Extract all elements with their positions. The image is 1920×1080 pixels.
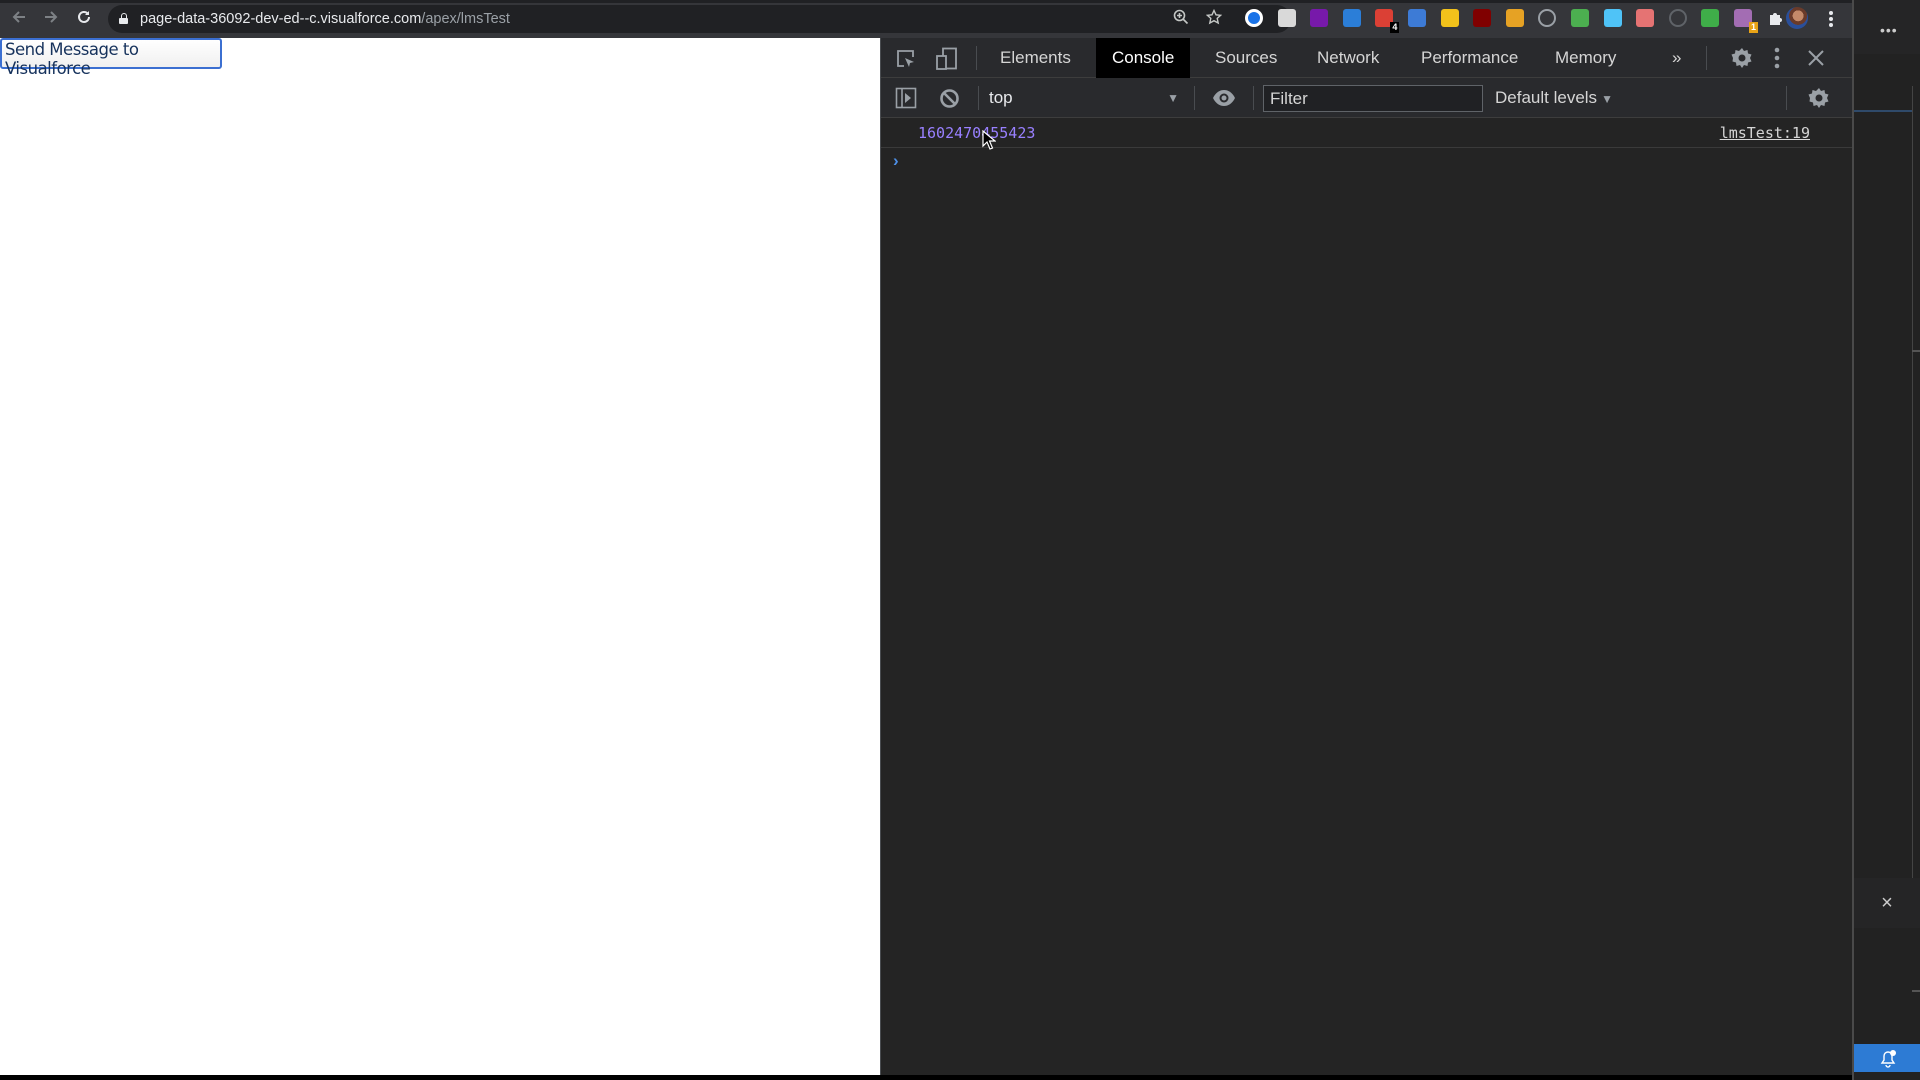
tab-sources[interactable]: Sources	[1199, 38, 1293, 78]
live-expression-eye-icon[interactable]	[1212, 88, 1236, 113]
dropdown-arrow-icon: ▼	[1167, 91, 1179, 105]
salesforce-inspector-extension-icon[interactable]	[1408, 9, 1426, 27]
clear-console-icon[interactable]	[939, 88, 960, 114]
browser-window: page-data-36092-dev-ed--c.visualforce.co…	[0, 0, 1852, 1075]
log-levels-dropdown[interactable]: Default levels ▼	[1495, 78, 1613, 118]
separator	[1253, 86, 1254, 110]
console-settings-gear-icon[interactable]	[1807, 86, 1831, 115]
background-app-window: ••• ×	[1852, 0, 1920, 1080]
separator	[978, 86, 979, 110]
divider	[1912, 990, 1920, 992]
close-panel-icon[interactable]: ×	[1854, 878, 1920, 928]
forward-button[interactable]	[40, 8, 62, 30]
tab-network[interactable]: Network	[1301, 38, 1395, 78]
settings-gear-icon[interactable]	[1730, 46, 1754, 75]
zoom-icon[interactable]	[1171, 9, 1191, 29]
k-extension-icon[interactable]	[1505, 9, 1524, 27]
tab-strip-edge	[0, 0, 1852, 3]
console-message-row: 1602470455423 lmsTest:19	[881, 119, 1852, 148]
console-toolbar: top ▼ Default levels▼	[881, 78, 1852, 118]
context-selector[interactable]: top ▼	[989, 78, 1187, 118]
console-message-source-link[interactable]: lmsTest:19	[1720, 124, 1810, 142]
separator	[976, 46, 977, 70]
page-ruler-extension-icon[interactable]	[1277, 9, 1296, 27]
background-app-header: •••	[1854, 0, 1920, 54]
reload-icon	[78, 10, 90, 23]
bookmark-star-icon[interactable]	[1204, 8, 1224, 29]
devtools-panel: Elements Console Sources Network Performance…	[880, 38, 1852, 1075]
divider	[1912, 350, 1920, 352]
devtools-tab-bar: Elements Console Sources Network Performance…	[881, 38, 1852, 78]
url-path: /apex/lmsTest	[421, 11, 510, 27]
extension-badge: 1	[1748, 22, 1758, 33]
arrow-extension-icon[interactable]	[1701, 9, 1720, 27]
url-text[interactable]: page-data-36092-dev-ed--c.visualforce.co…	[140, 11, 510, 27]
more-tabs-button[interactable]: »	[1656, 38, 1697, 78]
address-bar[interactable]: page-data-36092-dev-ed--c.visualforce.co…	[108, 5, 1291, 33]
extensions-puzzle-icon[interactable]	[1767, 9, 1785, 27]
onenote-extension-icon[interactable]	[1310, 9, 1329, 27]
prompt-chevron-icon: ›	[893, 151, 899, 170]
column-divider	[1912, 86, 1913, 886]
url-host: page-data-36092-dev-ed--c.visualforce.co…	[140, 11, 422, 27]
more-tabs-icon: »	[1672, 48, 1682, 67]
tab-elements[interactable]: Elements	[984, 38, 1087, 78]
ublock-extension-icon[interactable]	[1473, 9, 1492, 27]
send-message-button[interactable]: Send Message to Visualforce	[0, 38, 222, 78]
inspect-element-icon[interactable]	[895, 48, 917, 75]
todo-extension-icon[interactable]	[1342, 9, 1361, 27]
tab-console[interactable]: Console	[1096, 38, 1191, 78]
1password-extension-icon[interactable]	[1245, 9, 1263, 27]
log-levels-label: Default levels	[1495, 88, 1598, 107]
bell-icon	[1880, 1050, 1896, 1068]
page-content: Send Message to Visualforce	[0, 38, 880, 1075]
share-extension-icon[interactable]	[1603, 9, 1622, 27]
screenshot-extension-icon[interactable]: 1	[1734, 9, 1758, 33]
chart-extension-icon[interactable]	[1636, 9, 1655, 27]
customize-menu-icon[interactable]	[1773, 47, 1781, 74]
cloud-extension-icon[interactable]	[1571, 9, 1589, 27]
lock-icon	[119, 13, 128, 24]
browser-toolbar: page-data-36092-dev-ed--c.visualforce.co…	[0, 0, 1852, 38]
chrome-menu-button[interactable]	[1824, 8, 1838, 30]
close-devtools-icon[interactable]	[1807, 49, 1825, 72]
extension-badge: 4	[1390, 22, 1400, 33]
console-prompt[interactable]: ›	[881, 149, 1852, 174]
todoist-extension-icon[interactable]: 4	[1375, 9, 1400, 33]
show-sidebar-icon[interactable]	[895, 87, 917, 114]
selection-line	[1854, 110, 1912, 112]
reload-button[interactable]	[73, 8, 95, 30]
console-message-text[interactable]: 1602470455423	[918, 124, 1035, 142]
separator	[1706, 46, 1707, 70]
profile-avatar[interactable]	[1786, 7, 1808, 29]
device-toolbar-icon[interactable]	[935, 47, 959, 76]
separator	[1194, 86, 1195, 110]
arrow-right-icon	[45, 11, 58, 23]
dropdown-arrow-icon: ▼	[1601, 92, 1613, 106]
tab-performance[interactable]: Performance	[1405, 38, 1534, 78]
tab-memory[interactable]: Memory	[1539, 38, 1632, 78]
separator	[1786, 86, 1787, 110]
back-button[interactable]	[8, 8, 30, 30]
context-value: top	[989, 88, 1013, 107]
copy-extension-icon[interactable]	[1538, 9, 1557, 27]
notifications-bell-button[interactable]	[1854, 1044, 1920, 1072]
more-menu-icon[interactable]: •••	[1880, 22, 1898, 38]
console-filter-input[interactable]	[1263, 85, 1483, 112]
arrow-left-icon	[12, 11, 25, 23]
pen-extension-icon[interactable]	[1668, 9, 1687, 27]
resize-extension-icon[interactable]	[1440, 9, 1459, 27]
